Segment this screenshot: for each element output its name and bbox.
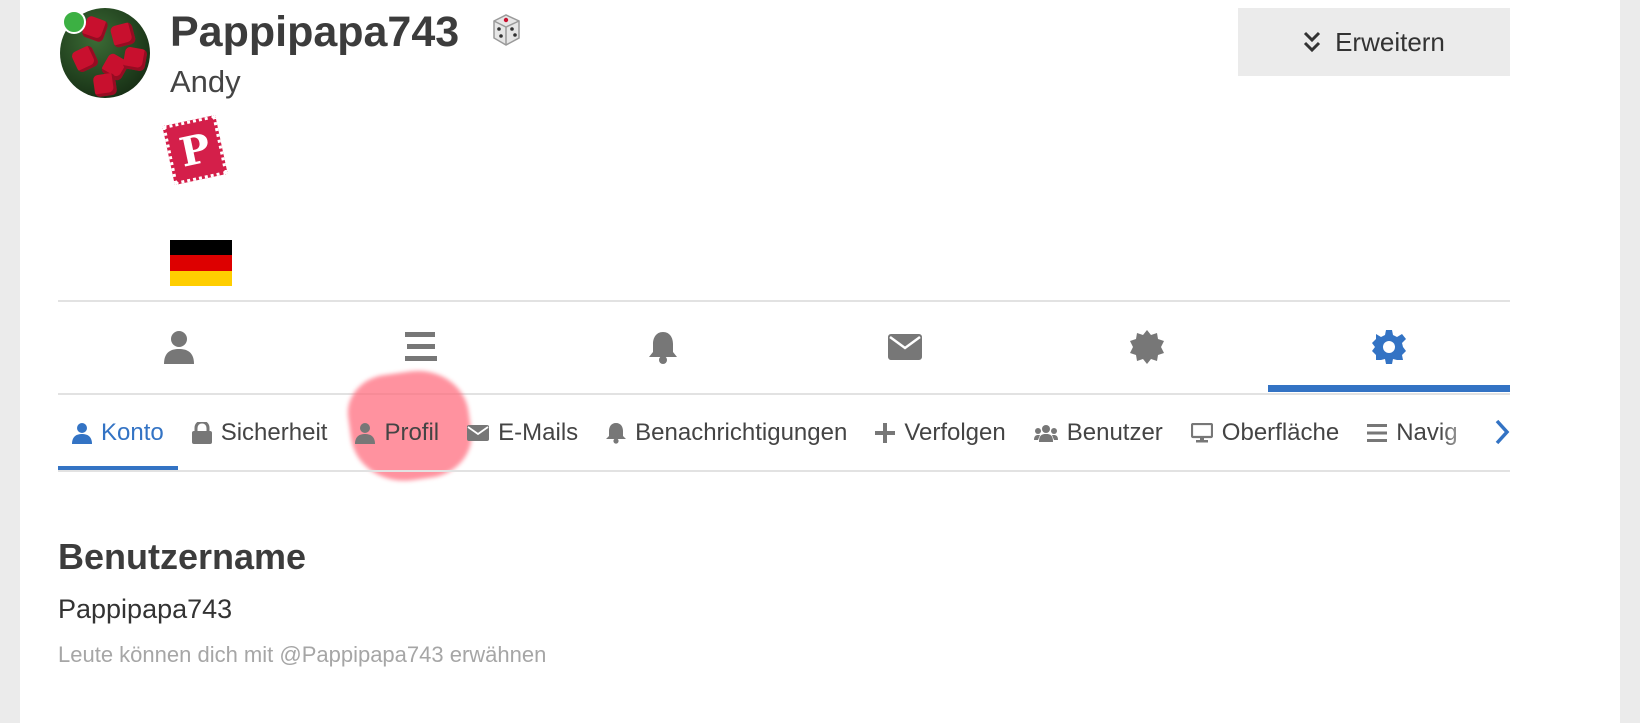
online-status-icon (62, 10, 86, 34)
tab-notifications[interactable] (542, 302, 784, 392)
list-icon (405, 332, 437, 361)
profile-username: Pappipapa743 (170, 8, 460, 56)
profile-panel: Pappipapa743 Andy P Erweitern Konto Sich… (20, 0, 1620, 723)
envelope-icon (888, 334, 922, 360)
sub-tab-e-mails[interactable]: E-Mails (453, 396, 592, 470)
settings-gear-icon (1372, 330, 1406, 364)
user-icon (164, 331, 194, 364)
sub-tabs: Konto Sicherheit Profil E-Mails Benachri… (58, 396, 1510, 470)
users-icon (1033, 425, 1058, 442)
sub-tab-verfolgen[interactable]: Verfolgen (861, 396, 1019, 470)
sub-tab-oberflaeche[interactable]: Oberfläche (1177, 396, 1353, 470)
p-stamp-badge-icon: P (162, 115, 228, 185)
sub-tab-label: Sicherheit (220, 419, 328, 446)
sub-tab-label: Konto (101, 419, 164, 446)
sub-tab-label: Verfolgen (904, 419, 1006, 446)
profile-real-name: Andy (170, 64, 241, 99)
sub-tab-benutzer[interactable]: Benutzer (1020, 396, 1177, 470)
sub-tab-label: Oberfläche (1221, 419, 1340, 446)
chevron-right-icon (1495, 419, 1510, 445)
user-icon (355, 423, 376, 444)
list-icon (1367, 424, 1388, 442)
double-chevron-down-icon (1304, 31, 1321, 53)
sub-tab-label: Benutzer (1066, 419, 1163, 446)
dice-icon (488, 12, 524, 48)
sub-tab-sicherheit[interactable]: Sicherheit (178, 396, 342, 470)
section-title: Benutzername (58, 536, 307, 577)
sub-tab-konto[interactable]: Konto (58, 396, 178, 470)
lock-icon (191, 422, 212, 444)
user-icon (72, 423, 92, 444)
expand-button-label: Erweitern (1335, 26, 1445, 57)
sub-tabs-scroll-right[interactable] (1440, 396, 1510, 468)
username-value: Pappipapa743 (58, 594, 233, 624)
sub-tab-label: E-Mails (498, 419, 579, 446)
tab-profile[interactable] (58, 302, 300, 392)
username-hint: Leute können dich mit @Pappipapa743 erwä… (58, 642, 547, 667)
monitor-icon (1190, 423, 1213, 443)
sub-tab-label: Benachrichtigungen (635, 419, 848, 446)
bell-icon (606, 423, 627, 444)
subtabs-divider (58, 470, 1510, 472)
expand-button[interactable]: Erweitern (1238, 8, 1510, 76)
badge-gear-icon (1130, 330, 1164, 364)
tabs-divider (58, 393, 1510, 395)
sub-tab-profil[interactable]: Profil (341, 396, 453, 470)
tab-preferences[interactable] (1268, 302, 1510, 392)
sub-tab-label: Profil (384, 419, 440, 446)
bell-icon (649, 332, 677, 364)
sub-tab-benachrichtigungen[interactable]: Benachrichtigungen (592, 396, 861, 470)
plus-icon (875, 423, 896, 443)
tab-badges[interactable] (1026, 302, 1268, 392)
envelope-icon (467, 425, 490, 441)
germany-flag-icon (170, 240, 232, 286)
tab-messages[interactable] (784, 302, 1026, 392)
